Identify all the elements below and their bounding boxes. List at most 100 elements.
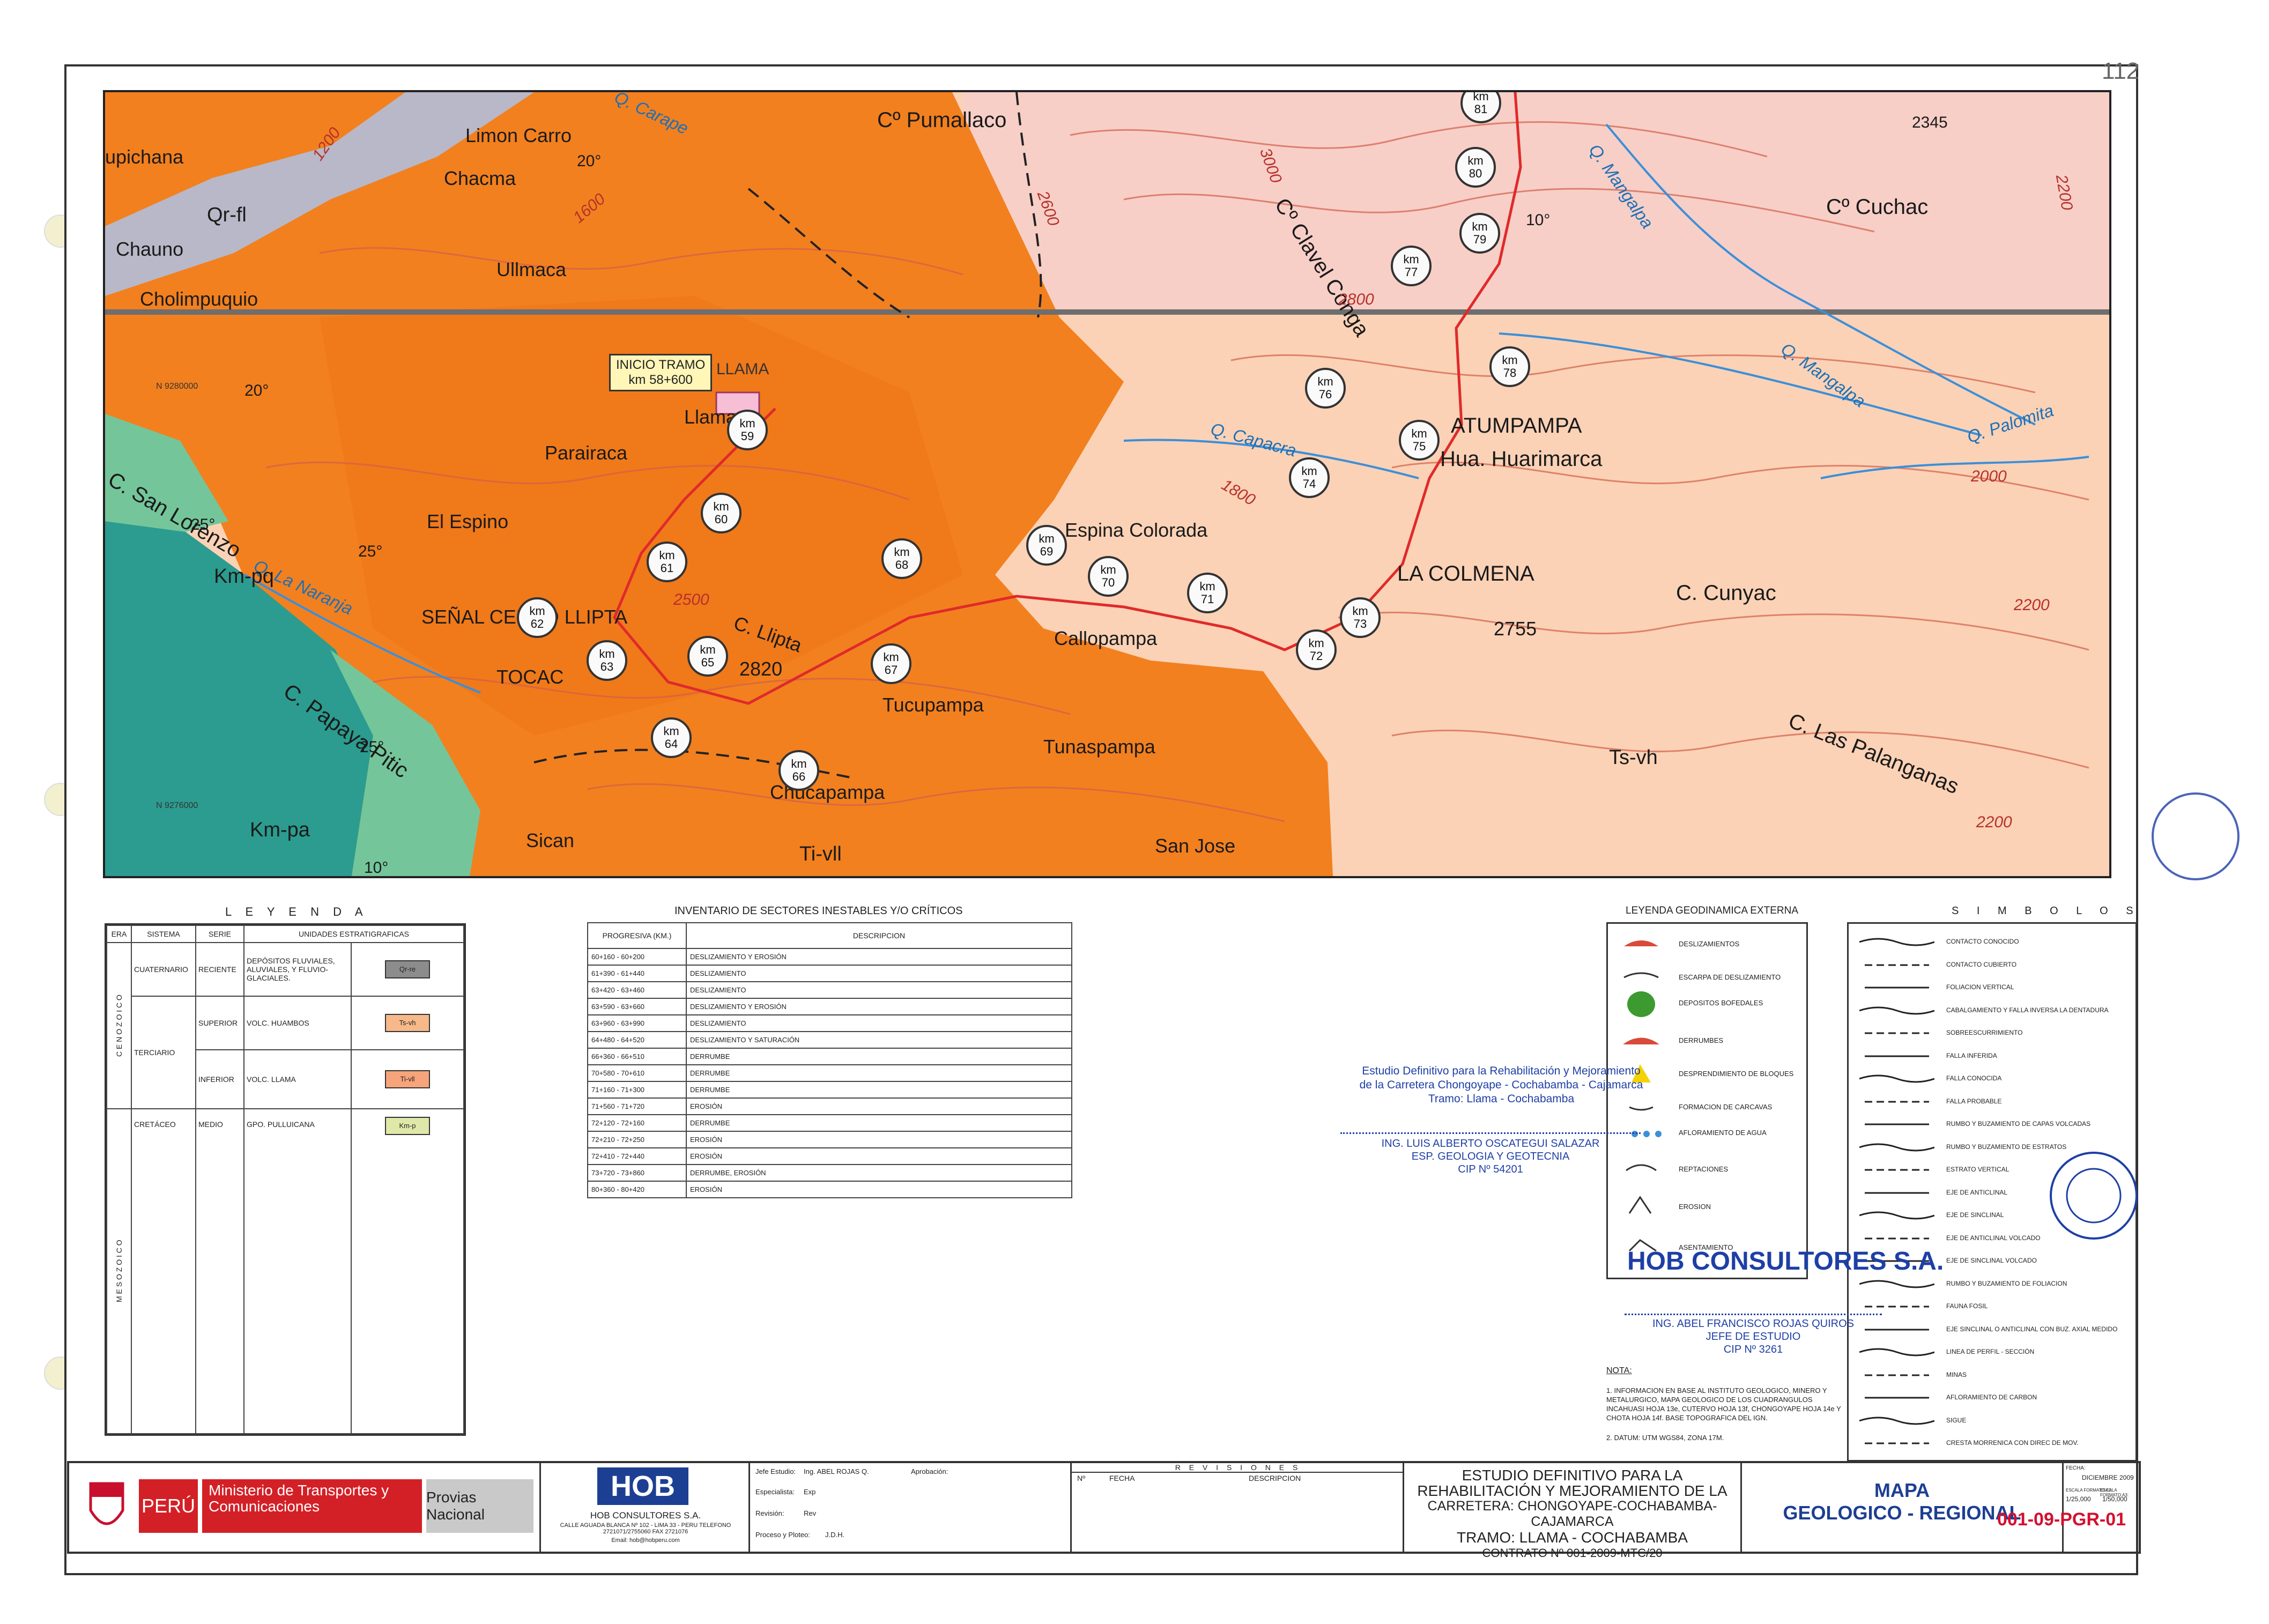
sheet-info-block: FECHA: DICIEMBRE 2009 ESCALA FORMATO A1:… <box>2064 1463 2134 1552</box>
title-block: PERÚ Ministerio de Transportes y Comunic… <box>67 1461 2141 1560</box>
symbol-item: EJE DE SINCLINAL <box>1946 1211 2004 1219</box>
km-marker-label: km <box>1317 375 1333 388</box>
km-marker-69: km 69 <box>1026 525 1067 566</box>
symbol-icon <box>1865 964 1929 966</box>
symbol-item: SIGUE <box>1946 1416 1967 1424</box>
legend-header-sistema: SISTEMA <box>131 925 196 943</box>
geodynamic-title: LEYENDA GEODINAMICA EXTERNA <box>1626 905 1799 916</box>
legend-unidad-depositos: DEPÓSITOS FLUVIALES, ALUVIALES, Y FLUVIO… <box>243 942 352 997</box>
symbol-icon <box>1865 1192 1929 1193</box>
chief-role: JEFE DE ESTUDIO <box>1706 1331 1801 1343</box>
project-line-1: ESTUDIO DEFINITIVO PARA LA <box>1462 1467 1683 1484</box>
km-marker-72: km 72 <box>1296 629 1337 670</box>
geodynamic-item: DERRUMBES <box>1679 1036 1724 1044</box>
km-marker-80: km 80 <box>1455 147 1496 188</box>
place-c-cunyac: C. Cunyac <box>1676 581 1776 605</box>
legend-swatch-ti: Ti-vll <box>385 1070 430 1088</box>
round-seal-icon <box>2050 1152 2138 1240</box>
symbols-title: S I M B O L O S <box>1952 905 2141 917</box>
legend-serie-reciente: RECIENTE <box>195 942 244 997</box>
symbol-icon <box>1859 1280 1934 1288</box>
inventory-progresiva: 63+420 - 63+460 <box>587 981 687 999</box>
km-marker-75: km 75 <box>1399 420 1440 461</box>
engineer-specialty: ESP. GEOLOGIA Y GEOTECNIA <box>1411 1151 1570 1162</box>
project-block: ESTUDIO DEFINITIVO PARA LA REHABILITACIÓ… <box>1404 1463 1742 1560</box>
legend-swatch-ts: Ts-vh <box>385 1014 430 1032</box>
symbol-item: SOBREESCURRIMIENTO <box>1946 1029 2023 1036</box>
symbol-icon <box>1865 1123 1929 1125</box>
place-upichana: upichana <box>105 146 184 168</box>
geodynamic-item: AFLORAMIENTO DE AGUA <box>1679 1129 1767 1137</box>
km-marker-number: 81 <box>1474 102 1488 116</box>
chief-stamp: ING. ABEL FRANCISCO ROJAS QUIROS JEFE DE… <box>1625 1314 1882 1356</box>
km-marker-label: km <box>663 724 679 738</box>
km-marker-label: km <box>791 757 807 770</box>
contour-2000: 2000 <box>1971 468 2007 485</box>
rockfall-icon <box>1623 1037 1659 1044</box>
symbol-item: EJE SINCLINAL O ANTICLINAL CON BUZ. AXIA… <box>1946 1325 2118 1333</box>
km-marker-number: 62 <box>530 617 544 631</box>
water-outcrop-icon <box>1655 1131 1662 1137</box>
place-cholimpuquio: Cholimpuquio <box>140 288 258 310</box>
place-chauno: Chauno <box>116 238 184 260</box>
inventory-row: 64+480 - 64+520 DESLIZAMIENTO Y SATURACIÓ… <box>587 1031 1072 1049</box>
hob-block: HOB HOB CONSULTORES S.A. CALLE AGUADA BL… <box>541 1463 750 1552</box>
geodynamic-item: FORMACION DE CARCAVAS <box>1679 1103 1773 1111</box>
km-marker-label: km <box>1199 580 1215 593</box>
inventory-table: PROGRESIVA (KM.) DESCRIPCION 60+160 - 60… <box>587 922 1072 1198</box>
symbol-item: CONTACTO CUBIERTO <box>1946 960 2017 968</box>
symbol-icon <box>1865 1101 1929 1102</box>
symbol-icon <box>1859 1417 1934 1425</box>
inventory-progresiva: 71+560 - 71+720 <box>587 1098 687 1115</box>
inventory-progresiva: 70+580 - 70+610 <box>587 1064 687 1082</box>
km-marker-71: km 71 <box>1187 573 1228 613</box>
hob-logo: HOB <box>597 1467 688 1505</box>
elevation-2820: 2820 <box>739 658 783 680</box>
km-marker-number: 59 <box>740 429 754 443</box>
revisions-title: R E V I S I O N E S <box>1072 1463 1404 1473</box>
elevation-2755: 2755 <box>1494 618 1537 640</box>
inventory-descripcion: EROSIÓN <box>686 1131 1072 1148</box>
symbol-item: FAUNA FOSIL <box>1946 1302 1988 1310</box>
km-marker-number: 76 <box>1318 388 1332 401</box>
legend-swatch-km: Km-p <box>385 1117 430 1135</box>
km-marker-number: 71 <box>1200 592 1214 606</box>
inventory-row: 72+210 - 72+250 EROSIÓN <box>587 1131 1072 1148</box>
symbol-icon <box>1859 938 1934 946</box>
inventory-progresiva: 80+360 - 80+420 <box>587 1181 687 1198</box>
km-marker-number: 72 <box>1309 649 1323 663</box>
geodynamic-item: REPTACIONES <box>1679 1165 1729 1173</box>
inventory-progresiva: 72+120 - 72+160 <box>587 1114 687 1132</box>
inventory-descripcion: DERRUMBE, EROSIÓN <box>686 1164 1072 1182</box>
geodynamic-item: DESPRENDIMIENTO DE BLOQUES <box>1679 1070 1794 1078</box>
km-marker-label: km <box>1352 604 1368 618</box>
esp-label: Especialista: <box>755 1488 795 1496</box>
symbol-item: MINAS <box>1946 1370 1967 1378</box>
geologic-map: upichana Limon Carro Chacma Chauno Choli… <box>103 90 2111 878</box>
symbol-item: FALLA CONOCIDA <box>1946 1074 2002 1082</box>
place-pumallaco: Cº Pumallaco <box>877 108 1007 132</box>
hob-company: HOB CONSULTORES S.A. <box>590 1510 701 1521</box>
symbol-item: CABALGAMIENTO Y FALLA INVERSA LA DENTADU… <box>1946 1006 2109 1014</box>
map-title-block: MAPA GEOLOGICO - REGIONAL <box>1742 1463 2064 1552</box>
project-line-4: TRAMO: LLAMA - COCHABAMBA <box>1457 1529 1688 1546</box>
km-marker-label: km <box>659 548 675 562</box>
revisions-block: R E V I S I O N E S Nº FECHA DESCRIPCION <box>1072 1463 1404 1552</box>
km-marker-number: 66 <box>792 770 806 783</box>
chief-name: ING. ABEL FRANCISCO ROJAS QUIROS <box>1652 1318 1854 1330</box>
place-limon-carro: Limon Carro <box>465 124 572 146</box>
place-chacma: Chacma <box>444 167 516 189</box>
inventory-descripcion: DESLIZAMIENTO <box>686 981 1072 999</box>
place-sican: Sican <box>526 829 575 851</box>
km-marker-label: km <box>1039 532 1055 545</box>
hob-address: CALLE AGUADA BLANCA Nº 102 - LIMA 33 - P… <box>560 1522 731 1535</box>
inventory-row: 70+580 - 70+610 DERRUMBE <box>587 1064 1072 1082</box>
study-stamp-line-1: Estudio Definitivo para la Rehabilitació… <box>1362 1065 1641 1077</box>
peru-shield-icon <box>89 1482 124 1525</box>
km-marker-70: km 70 <box>1088 556 1129 597</box>
km-marker-77: km 77 <box>1391 246 1432 286</box>
contour-2500: 2500 <box>673 591 709 609</box>
dip-25-lorenzo: 25° <box>191 516 216 533</box>
dip-10-south: 10° <box>364 859 389 877</box>
contour-2200-se: 2200 <box>1976 813 2012 831</box>
